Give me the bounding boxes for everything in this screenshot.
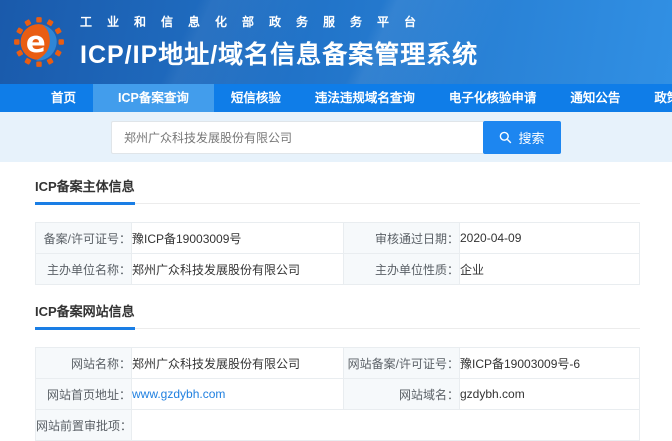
site-header: e 工业和信息化部政务服务平台 ICP/IP地址/域名信息备案管理系统 <box>0 0 672 84</box>
search-box: 搜索 <box>111 121 561 154</box>
table-row: 主办单位名称： 郑州广众科技发展股份有限公司 主办单位性质： 企业 <box>36 254 640 285</box>
nav-item-e-verification-apply[interactable]: 电子化核验申请 <box>432 84 554 112</box>
domain-value: gzdybh.com <box>460 379 640 410</box>
home-url-link[interactable]: www.gzdybh.com <box>132 387 225 401</box>
pre-approval-label: 网站前置审批项： <box>36 410 132 441</box>
subject-section-title: ICP备案主体信息 <box>35 176 135 205</box>
subject-section-header: ICP备案主体信息 <box>35 176 640 204</box>
org-name-value: 郑州广众科技发展股份有限公司 <box>132 254 344 285</box>
site-license-value: 豫ICP备19003009号-6 <box>460 348 640 379</box>
page-title: ICP/IP地址/域名信息备案管理系统 <box>80 35 478 71</box>
table-row: 网站前置审批项： <box>36 410 640 441</box>
home-url-cell: www.gzdybh.com <box>132 379 344 410</box>
org-nature-value: 企业 <box>460 254 640 285</box>
search-icon <box>499 131 512 144</box>
nav-item-notices[interactable]: 通知公告 <box>553 84 637 112</box>
search-band: 搜索 <box>0 112 672 162</box>
license-label: 备案/许可证号： <box>36 223 132 254</box>
site-name-value: 郑州广众科技发展股份有限公司 <box>132 348 344 379</box>
website-section-title: ICP备案网站信息 <box>35 301 135 330</box>
table-row: 网站名称： 郑州广众科技发展股份有限公司 网站备案/许可证号： 豫ICP备190… <box>36 348 640 379</box>
site-name-label: 网站名称： <box>36 348 132 379</box>
miit-gear-logo-icon: e <box>13 16 65 68</box>
table-row: 网站首页地址： www.gzdybh.com 网站域名： gzdybh.com <box>36 379 640 410</box>
nav-item-home[interactable]: 首页 <box>34 84 93 112</box>
nav-item-icp-query[interactable]: ICP备案查询 <box>93 84 214 112</box>
domain-label: 网站域名： <box>344 379 460 410</box>
pre-approval-value <box>132 410 640 441</box>
header-text: 工业和信息化部政务服务平台 ICP/IP地址/域名信息备案管理系统 <box>80 13 478 71</box>
site-license-label: 网站备案/许可证号： <box>344 348 460 379</box>
org-nature-label: 主办单位性质： <box>344 254 460 285</box>
website-section-header: ICP备案网站信息 <box>35 301 640 329</box>
main-nav: 首页 ICP备案查询 短信核验 违法违规域名查询 电子化核验申请 通知公告 政策… <box>0 84 672 112</box>
audit-date-label: 审核通过日期： <box>344 223 460 254</box>
search-button-label: 搜索 <box>518 128 544 147</box>
nav-item-sms-verify[interactable]: 短信核验 <box>214 84 298 112</box>
license-value: 豫ICP备19003009号 <box>132 223 344 254</box>
audit-date-value: 2020-04-09 <box>460 223 640 254</box>
table-row: 备案/许可证号： 豫ICP备19003009号 审核通过日期： 2020-04-… <box>36 223 640 254</box>
search-input[interactable] <box>111 121 483 154</box>
subject-info-table: 备案/许可证号： 豫ICP备19003009号 审核通过日期： 2020-04-… <box>35 222 640 285</box>
nav-item-illegal-domain-query[interactable]: 违法违规域名查询 <box>298 84 432 112</box>
home-url-label: 网站首页地址： <box>36 379 132 410</box>
svg-text:e: e <box>26 25 46 59</box>
search-button[interactable]: 搜索 <box>483 121 561 154</box>
ministry-tagline: 工业和信息化部政务服务平台 <box>80 13 478 30</box>
content-area: ICP备案主体信息 备案/许可证号： 豫ICP备19003009号 审核通过日期… <box>0 176 672 441</box>
nav-item-policy-docs[interactable]: 政策文件 <box>637 84 672 112</box>
org-name-label: 主办单位名称： <box>36 254 132 285</box>
